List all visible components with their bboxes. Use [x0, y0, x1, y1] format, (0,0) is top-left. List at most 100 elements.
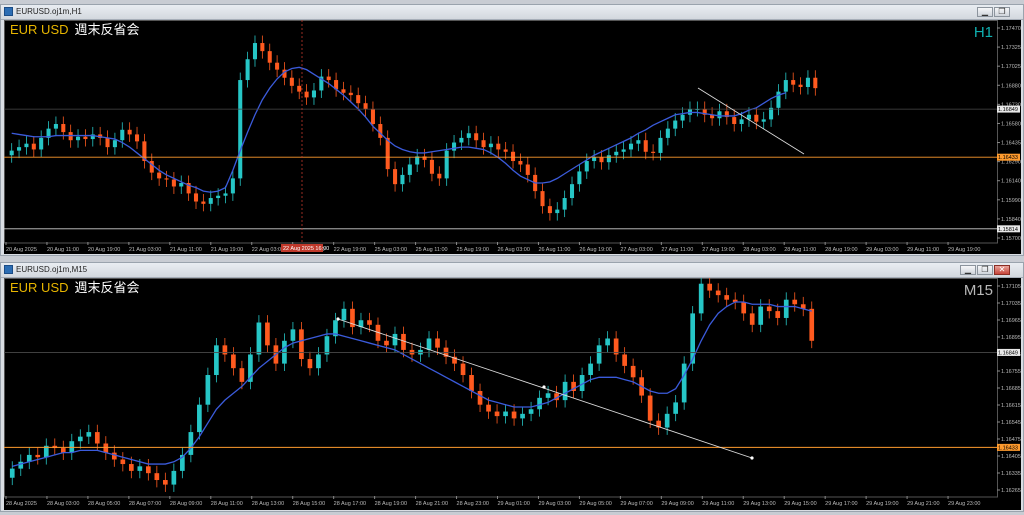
candle-body: [798, 84, 803, 87]
time-tick-label: 22 Aug 19:00: [334, 247, 366, 253]
candle-body: [805, 77, 810, 87]
candle-body: [741, 301, 747, 314]
candle-body: [518, 161, 523, 165]
candle-body: [665, 128, 670, 138]
candle-body: [164, 178, 169, 180]
minimize-button[interactable]: ▁: [960, 265, 976, 275]
candle-body: [179, 183, 184, 187]
candle-body: [384, 340, 389, 346]
candle-body: [761, 119, 766, 122]
time-tick-label: 28 Aug 07:00: [129, 501, 161, 507]
time-tick-label: 28 Aug 05:00: [88, 501, 120, 507]
candle-body: [605, 338, 610, 346]
timeframe-label: M15: [963, 282, 993, 299]
candle-body: [621, 149, 626, 152]
time-tick-label: 29 Aug 19:00: [866, 501, 898, 507]
candle-body: [53, 124, 58, 129]
price-tick-label: 1.17105: [1001, 284, 1021, 290]
time-tick-label: 29 Aug 21:00: [907, 501, 939, 507]
price-tick-label: 1.16140: [1001, 179, 1021, 185]
symbol-caption: EUR USD 週末反省会: [10, 22, 140, 37]
candle-body: [622, 354, 627, 366]
time-tick-label: 28 Aug 13:00: [252, 501, 284, 507]
window-titlebar[interactable]: EURUSD.oj1m,M15 ▁ ❐ ✕: [1, 263, 1023, 278]
candle-body: [316, 354, 321, 369]
candle-body: [239, 368, 245, 382]
chart-icon: [4, 265, 13, 274]
candle-body: [297, 85, 302, 92]
candlestick-chart-m15[interactable]: 1.171051.170351.169651.168951.168251.167…: [4, 276, 1021, 510]
time-tick-label: 28 Aug 15:00: [293, 501, 325, 507]
candle-body: [775, 311, 781, 318]
time-tick-label: 28 Aug 23:00: [457, 501, 489, 507]
candle-body: [754, 114, 759, 122]
price-tick-label: 1.16435: [1001, 141, 1021, 147]
window-titlebar[interactable]: EURUSD.oj1m,H1 ▁ ❐: [1, 5, 1023, 20]
caption-label: 週末反省会: [74, 22, 140, 37]
minimize-button[interactable]: ▁: [977, 7, 993, 17]
time-tick-label: 25 Aug 11:00: [416, 247, 448, 253]
time-tick-label: 22 Aug 03:00: [252, 247, 284, 253]
candle-body: [488, 143, 493, 148]
caption-label: 週末反省会: [74, 280, 140, 295]
candle-body: [658, 137, 663, 153]
maximize-button[interactable]: ❐: [994, 7, 1010, 17]
candle-body: [77, 436, 83, 442]
trendline-anchor: [750, 456, 754, 460]
price-tick-label: 1.16545: [1001, 420, 1021, 426]
candle-body: [69, 441, 75, 453]
price-chart-m15[interactable]: 1.171051.170351.169651.168951.168251.167…: [4, 276, 1021, 510]
candle-body: [715, 290, 721, 296]
candlestick-chart-h1[interactable]: 1.174701.173251.170251.168801.167301.165…: [4, 20, 1021, 254]
candle-body: [664, 413, 670, 428]
symbol-label: EUR USD: [10, 22, 69, 37]
candle-body: [758, 306, 764, 325]
candle-body: [555, 209, 560, 214]
candle-body: [252, 43, 258, 60]
price-tick-label: 1.15990: [1001, 198, 1021, 204]
candle-body: [599, 157, 604, 163]
chart-window-h1[interactable]: EURUSD.oj1m,H1 ▁ ❐ 1.17470 1.17325 1.17025…: [0, 4, 1024, 256]
candle-body: [363, 103, 368, 109]
price-tick-label: 1.16580: [1001, 121, 1021, 127]
price-tick-label: 1.17470: [1001, 26, 1021, 32]
price-tick-label: 1.15840: [1001, 217, 1021, 223]
candle-body: [188, 432, 194, 455]
candle-body: [494, 411, 500, 417]
candle-body: [724, 295, 730, 300]
maximize-button[interactable]: ❐: [977, 265, 993, 275]
candle-body: [120, 459, 126, 465]
time-tick-label: 28 Aug 09:00: [170, 501, 202, 507]
candle-body: [503, 411, 508, 417]
candle-body: [61, 124, 66, 133]
candle-body: [214, 345, 219, 376]
candle-body: [307, 359, 313, 369]
chart-window-m15[interactable]: EURUSD.oj1m,M15 ▁ ❐ ✕ 1.17105 1.17035 1.16…: [0, 262, 1024, 512]
level-price-label: 1.16433: [998, 445, 1018, 451]
candle-body: [9, 150, 14, 156]
candle-body: [577, 171, 582, 185]
time-tick-label: 28 Aug 17:00: [334, 501, 366, 507]
price-chart-h1[interactable]: 1.17470 1.17325 1.17025 1.16880 1.16730 1.165…: [4, 20, 1021, 254]
candle-body: [193, 193, 199, 202]
candle-body: [103, 443, 109, 453]
candle-body: [584, 161, 589, 172]
candle-body: [545, 393, 551, 398]
candle-body: [341, 308, 347, 321]
price-tick-label: 1.17035: [1001, 301, 1021, 307]
time-tick-label: 29 Aug 09:00: [661, 501, 693, 507]
candle-body: [444, 150, 449, 179]
candle-body: [393, 169, 398, 185]
time-tick-label: 29 Aug 03:00: [866, 247, 898, 253]
candle-body: [466, 133, 471, 138]
price-tick-label: 1.16755: [1001, 369, 1021, 375]
candle-body: [511, 411, 517, 419]
chart-icon: [4, 7, 13, 16]
price-tick-label: 1.16475: [1001, 437, 1021, 443]
candle-body: [809, 308, 815, 341]
candle-body: [86, 432, 92, 437]
close-button[interactable]: ✕: [994, 265, 1010, 275]
candle-body: [111, 452, 117, 460]
candle-body: [163, 480, 168, 485]
candle-body: [592, 157, 597, 162]
